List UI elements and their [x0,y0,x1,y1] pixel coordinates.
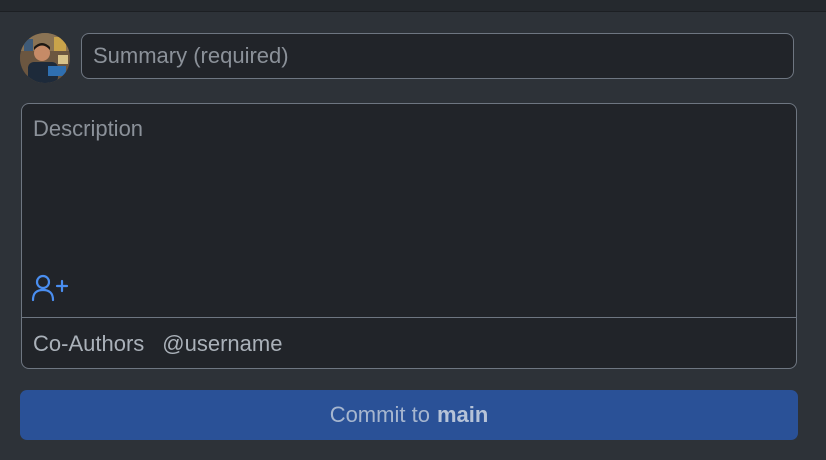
coauthors-input[interactable] [162,330,796,357]
commit-button[interactable]: Commit to main [20,390,798,440]
user-avatar [20,33,70,83]
add-coauthor-button[interactable] [31,272,71,306]
summary-input[interactable] [81,33,794,79]
commit-button-label: Commit to [329,402,430,427]
coauthors-label: Co-Authors [33,330,145,356]
coauthors-row: Co-Authors [22,317,796,368]
commit-branch-name: main [436,402,489,427]
commit-panel: Co-Authors Commit to main [0,0,826,460]
panel-divider [0,0,826,12]
description-input[interactable] [22,104,796,264]
description-box: Co-Authors [21,103,797,369]
avatar-image [20,33,70,83]
add-user-icon [31,274,69,302]
